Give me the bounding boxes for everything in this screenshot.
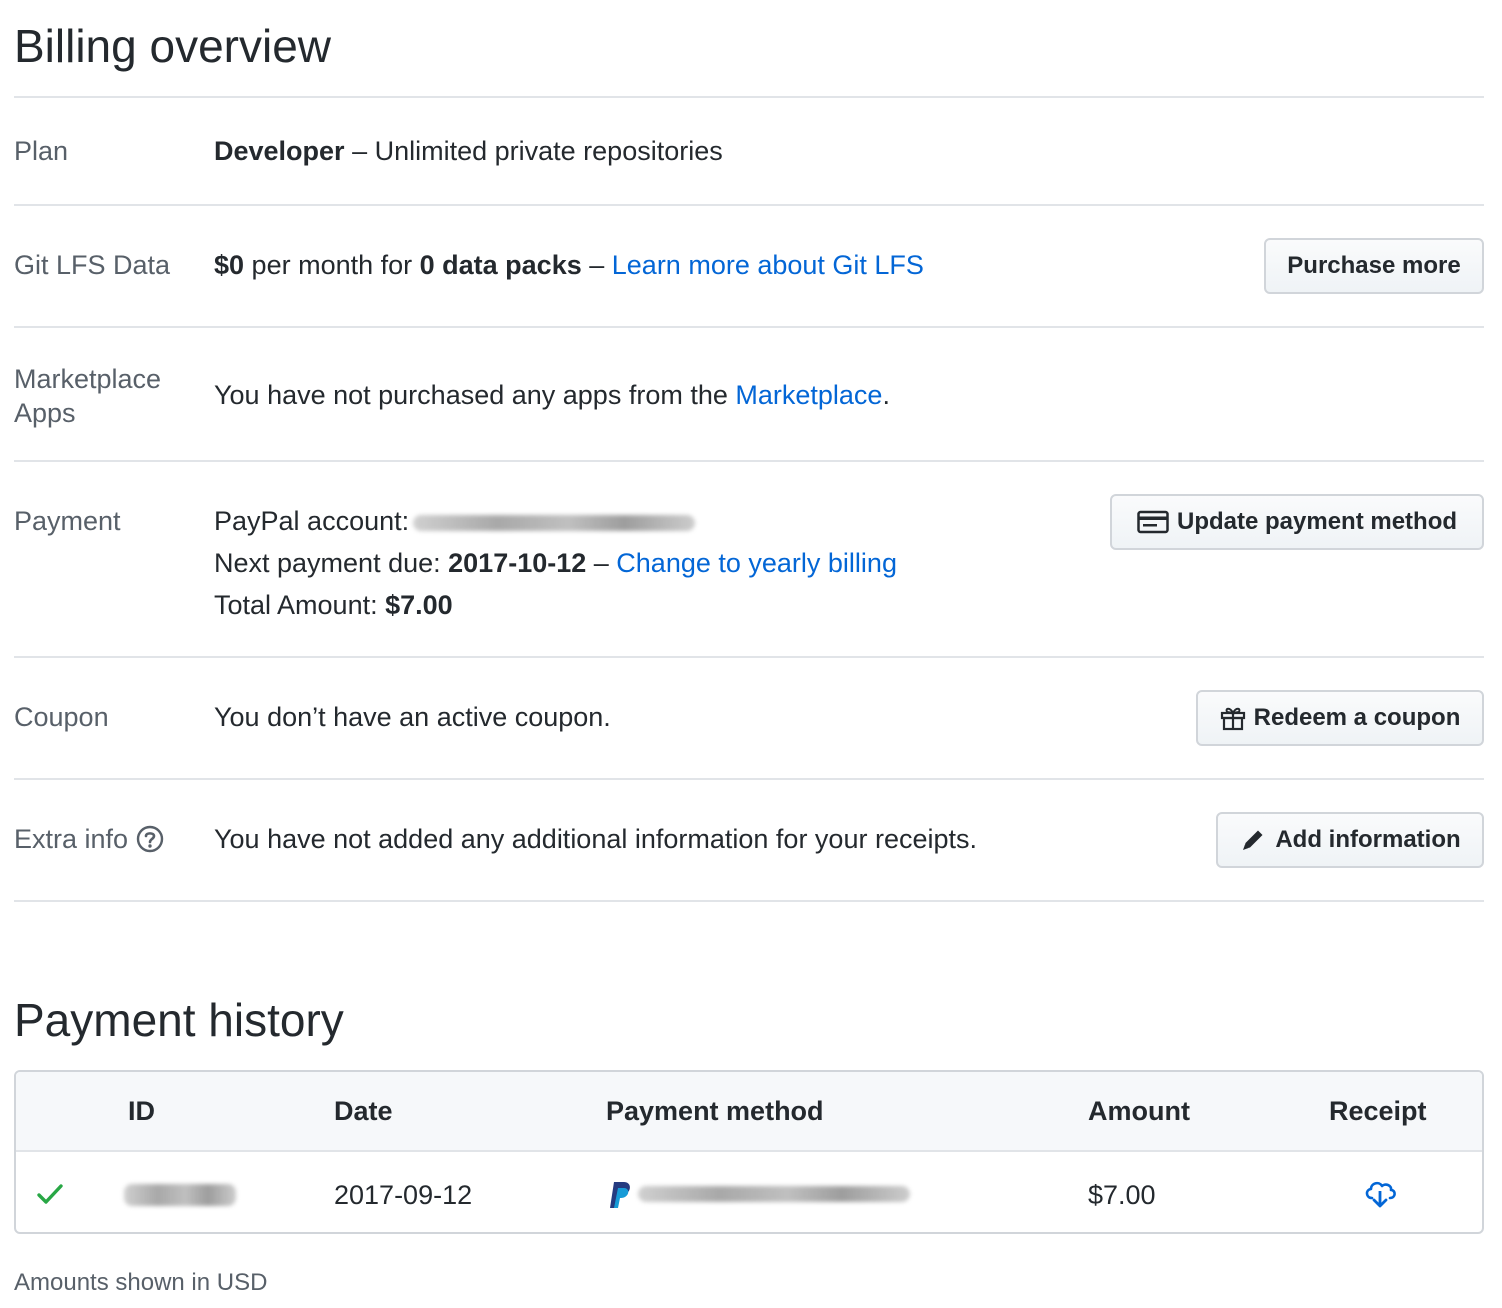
row-date: 2017-09-12 <box>334 1180 473 1210</box>
marketplace-label-line2: Apps <box>14 398 76 428</box>
lfs-amount: $0 <box>214 250 245 280</box>
marketplace-link[interactable]: Marketplace <box>735 380 882 410</box>
lfs-row: Git LFS Data $0 per month for 0 data pac… <box>14 206 1484 328</box>
question-circle-icon[interactable] <box>136 825 164 853</box>
billing-overview-title: Billing overview <box>14 20 332 72</box>
pencil-icon <box>1243 830 1263 850</box>
change-to-yearly-link[interactable]: Change to yearly billing <box>616 548 897 578</box>
plan-value: Developer – Unlimited private repositori… <box>214 130 723 172</box>
add-information-label: Add information <box>1275 826 1461 853</box>
redeem-coupon-label: Redeem a coupon <box>1253 704 1461 731</box>
payment-history-title: Payment history <box>14 994 344 1046</box>
total-amount-line: Total Amount: $7.00 <box>214 584 897 626</box>
table-header: ID Date Payment method Amount Receipt <box>16 1072 1482 1152</box>
column-header-amount: Amount <box>1088 1096 1190 1126</box>
check-icon <box>37 1184 63 1204</box>
payment-row: Payment PayPal account: Next payment due… <box>14 462 1484 658</box>
plan-description: Unlimited private repositories <box>374 136 723 166</box>
marketplace-label: Marketplace Apps <box>14 362 194 430</box>
download-receipt-icon[interactable] <box>1362 1178 1398 1208</box>
payment-label: Payment <box>14 506 121 536</box>
learn-more-lfs-link[interactable]: Learn more about Git LFS <box>612 250 924 280</box>
next-payment-label: Next payment due: <box>214 548 449 578</box>
redacted-payment-email <box>638 1186 910 1202</box>
currency-footnote: Amounts shown in USD <box>14 1269 268 1296</box>
coupon-text: You don’t have an active coupon. <box>214 702 611 732</box>
lfs-label: Git LFS Data <box>14 250 171 280</box>
extra-info-label-text: Extra info <box>14 824 129 854</box>
update-payment-method-button[interactable]: Update payment method <box>1110 494 1484 550</box>
separator: – <box>581 250 612 280</box>
coupon-label: Coupon <box>14 702 109 732</box>
redacted-id <box>124 1184 236 1206</box>
marketplace-text: You have not purchased any apps from the <box>214 380 736 410</box>
plan-label: Plan <box>14 136 69 166</box>
column-header-date: Date <box>334 1096 393 1126</box>
purchase-more-label: Purchase more <box>1287 252 1461 279</box>
total-amount-value: $7.00 <box>385 590 453 620</box>
credit-card-icon <box>1137 510 1169 534</box>
coupon-row: Coupon You don’t have an active coupon. … <box>14 658 1484 780</box>
lfs-value: $0 per month for 0 data packs – Learn mo… <box>214 244 924 286</box>
next-payment-date: 2017-10-12 <box>448 548 587 578</box>
column-header-id: ID <box>128 1096 155 1126</box>
separator: – <box>344 136 375 166</box>
lfs-packs: 0 data packs <box>419 250 582 280</box>
marketplace-label-line1: Marketplace <box>14 364 162 394</box>
paypal-icon <box>610 1182 630 1208</box>
lfs-text: per month for <box>244 250 420 280</box>
marketplace-row: Marketplace Apps You have not purchased … <box>14 328 1484 462</box>
payment-history-table: ID Date Payment method Amount Receipt 20… <box>14 1070 1484 1234</box>
redacted-email <box>413 514 696 531</box>
update-payment-method-label: Update payment method <box>1176 508 1458 535</box>
column-header-payment-method: Payment method <box>606 1096 824 1126</box>
total-amount-label: Total Amount: <box>214 590 386 620</box>
extra-info-row: Extra info You have not added any additi… <box>14 780 1484 902</box>
extra-info-text: You have not added any additional inform… <box>214 824 978 854</box>
plan-name: Developer <box>214 136 345 166</box>
marketplace-value: You have not purchased any apps from the… <box>214 374 890 416</box>
paypal-account-label: PayPal account: <box>214 506 410 536</box>
gift-icon <box>1220 707 1245 731</box>
extra-info-label: Extra info <box>14 822 204 856</box>
separator: – <box>586 548 617 578</box>
payment-value: PayPal account: Next payment due: 2017-1… <box>214 500 897 626</box>
redeem-coupon-button[interactable]: Redeem a coupon <box>1196 690 1484 746</box>
plan-row: Plan Developer – Unlimited private repos… <box>14 98 1484 206</box>
column-header-receipt: Receipt <box>1329 1096 1427 1126</box>
next-payment-line: Next payment due: 2017-10-12 – Change to… <box>214 542 897 584</box>
period: . <box>882 380 890 410</box>
row-amount: $7.00 <box>1088 1180 1156 1210</box>
paypal-account-line: PayPal account: <box>214 500 897 542</box>
add-information-button[interactable]: Add information <box>1216 812 1484 868</box>
purchase-more-button[interactable]: Purchase more <box>1264 238 1484 294</box>
